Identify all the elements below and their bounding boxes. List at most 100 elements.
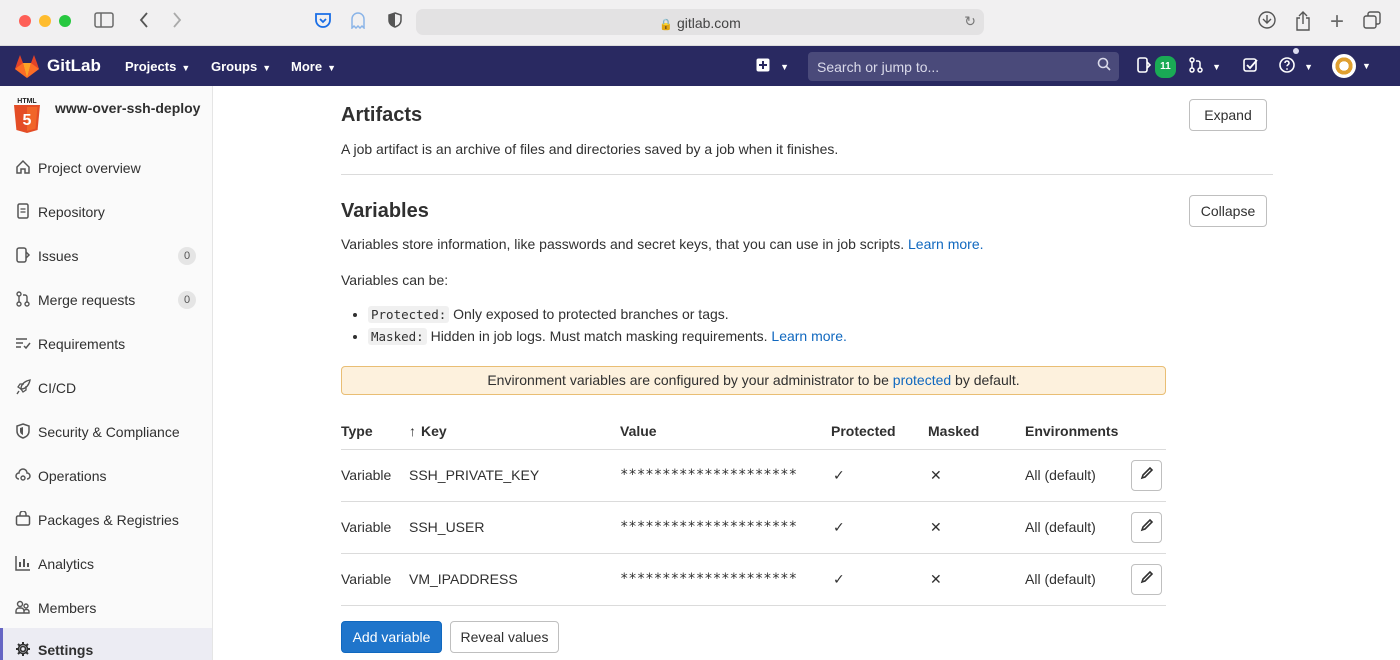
groups-menu[interactable]: Groups ▼: [211, 59, 271, 74]
tab-overview-icon[interactable]: [1362, 11, 1382, 33]
new-tab-icon[interactable]: +: [1327, 10, 1347, 34]
masked-cross-icon: ✕: [928, 501, 1025, 554]
todo-icon: [1243, 58, 1258, 72]
column-type: Type: [341, 413, 409, 450]
search-icon: [1097, 57, 1111, 74]
column-key[interactable]: ↑ Key: [409, 413, 620, 450]
sidebar-item-requirements[interactable]: Requirements: [0, 322, 212, 366]
add-variable-button[interactable]: Add variable: [341, 621, 442, 653]
variable-value: *********************: [620, 553, 831, 606]
assigned-issues-button[interactable]: 11: [1137, 56, 1176, 78]
gitlab-logo-icon[interactable]: [14, 55, 40, 82]
collapse-variables-button[interactable]: Collapse: [1189, 195, 1267, 227]
reveal-values-button[interactable]: Reveal values: [450, 621, 559, 653]
gear-icon: [15, 641, 31, 657]
variable-key: SSH_USER: [409, 501, 620, 554]
variable-environment: All (default): [1025, 553, 1131, 606]
sidebar-item-settings[interactable]: Settings: [0, 628, 212, 660]
table-row: Variable SSH_USER ********************* …: [341, 501, 1166, 554]
back-icon[interactable]: [137, 11, 151, 33]
reload-icon[interactable]: ↻: [964, 13, 976, 30]
notification-dot: [1293, 48, 1299, 54]
variable-options-list: Protected: Only exposed to protected bra…: [368, 305, 847, 349]
new-item-dropdown[interactable]: ▼: [756, 56, 789, 77]
variable-environment: All (default): [1025, 449, 1131, 502]
variables-table: Type ↑ Key Value Protected Masked Environ…: [341, 413, 1166, 606]
chevron-down-icon: ▼: [1304, 62, 1314, 72]
sidebar-item-cicd[interactable]: CI/CD: [0, 366, 212, 410]
column-masked: Masked: [928, 413, 1025, 450]
sidebar-item-members[interactable]: Members: [0, 586, 212, 630]
chevron-down-icon: ▼: [327, 63, 336, 73]
sidebar-toggle-icon[interactable]: [94, 11, 114, 33]
sort-arrow-up-icon: ↑: [409, 422, 416, 439]
pocket-icon[interactable]: [313, 11, 333, 33]
help-icon: [1279, 57, 1295, 73]
column-protected: Protected: [831, 413, 928, 450]
help-dropdown[interactable]: ▼: [1279, 56, 1313, 77]
variables-description: Variables store information, like passwo…: [341, 236, 984, 252]
sidebar-item-project-overview[interactable]: Project overview: [0, 146, 212, 190]
list-item: Protected: Only exposed to protected bra…: [368, 305, 847, 324]
artifacts-title: Artifacts: [341, 104, 423, 126]
chart-icon: [15, 555, 31, 571]
svg-text:HTML: HTML: [17, 98, 37, 105]
close-window-button[interactable]: [19, 15, 31, 27]
edit-variable-button[interactable]: [1131, 459, 1162, 491]
merge-requests-dropdown[interactable]: ▼: [1189, 56, 1221, 77]
issues-count-badge: 0: [178, 247, 196, 265]
forward-icon[interactable]: [170, 11, 184, 33]
variable-key: SSH_PRIVATE_KEY: [409, 449, 620, 502]
issues-icon: [15, 247, 31, 263]
column-environments: Environments: [1025, 413, 1131, 450]
sidebar-item-analytics[interactable]: Analytics: [0, 542, 212, 586]
project-sidebar: HTML 5 www-over-ssh-deploy Project overvi…: [0, 86, 213, 660]
edit-variable-button[interactable]: [1131, 511, 1162, 543]
sidebar-item-operations[interactable]: Operations: [0, 454, 212, 498]
privacy-shield-icon[interactable]: [385, 11, 405, 33]
share-icon[interactable]: [1293, 11, 1313, 33]
pencil-icon: [1140, 466, 1153, 479]
variables-title: Variables: [341, 200, 429, 222]
masked-cross-icon: ✕: [928, 449, 1025, 502]
users-icon: [15, 599, 31, 615]
variable-type: Variable: [341, 449, 409, 502]
ghost-extension-icon[interactable]: [348, 11, 368, 33]
sidebar-item-security-compliance[interactable]: Security & Compliance: [0, 410, 212, 454]
sidebar-item-issues[interactable]: Issues 0: [0, 234, 212, 278]
project-name: www-over-ssh-deploy: [55, 100, 201, 116]
minimize-window-button[interactable]: [39, 15, 51, 27]
projects-menu[interactable]: Projects ▼: [125, 59, 190, 74]
section-divider: [341, 174, 1273, 175]
pencil-icon: [1140, 518, 1153, 531]
protected-code: Protected:: [368, 306, 450, 323]
search-input[interactable]: Search or jump to...: [808, 52, 1119, 81]
rocket-icon: [15, 379, 31, 395]
fullscreen-window-button[interactable]: [59, 15, 71, 27]
edit-variable-button[interactable]: [1131, 563, 1162, 595]
sidebar-item-packages-registries[interactable]: Packages & Registries: [0, 498, 212, 542]
download-icon[interactable]: [1257, 11, 1277, 33]
protected-check-icon: ✓: [831, 449, 928, 502]
sidebar-item-repository[interactable]: Repository: [0, 190, 212, 234]
search-placeholder: Search or jump to...: [817, 59, 940, 75]
chevron-down-icon[interactable]: ▼: [1362, 56, 1371, 76]
brand-name[interactable]: GitLab: [47, 56, 101, 76]
protected-variables-alert: Environment variables are configured by …: [341, 366, 1166, 395]
user-avatar[interactable]: [1332, 54, 1356, 78]
merge-request-icon: [1189, 57, 1203, 73]
learn-more-link[interactable]: Learn more.: [908, 236, 983, 252]
package-icon: [15, 510, 31, 527]
variables-can-be-text: Variables can be:: [341, 272, 449, 288]
address-bar[interactable]: 🔒 gitlab.com ↻: [416, 9, 984, 35]
masking-learn-more-link[interactable]: Learn more.: [771, 328, 846, 344]
protected-link[interactable]: protected: [893, 372, 951, 388]
todos-button[interactable]: [1243, 56, 1258, 76]
expand-artifacts-button[interactable]: Expand: [1189, 99, 1267, 131]
home-icon: [15, 159, 31, 175]
svg-text:5: 5: [23, 112, 32, 129]
more-menu[interactable]: More ▼: [291, 59, 336, 74]
table-row: Variable VM_IPADDRESS ******************…: [341, 553, 1166, 606]
masked-code: Masked:: [368, 328, 427, 345]
sidebar-item-merge-requests[interactable]: Merge requests 0: [0, 278, 212, 322]
